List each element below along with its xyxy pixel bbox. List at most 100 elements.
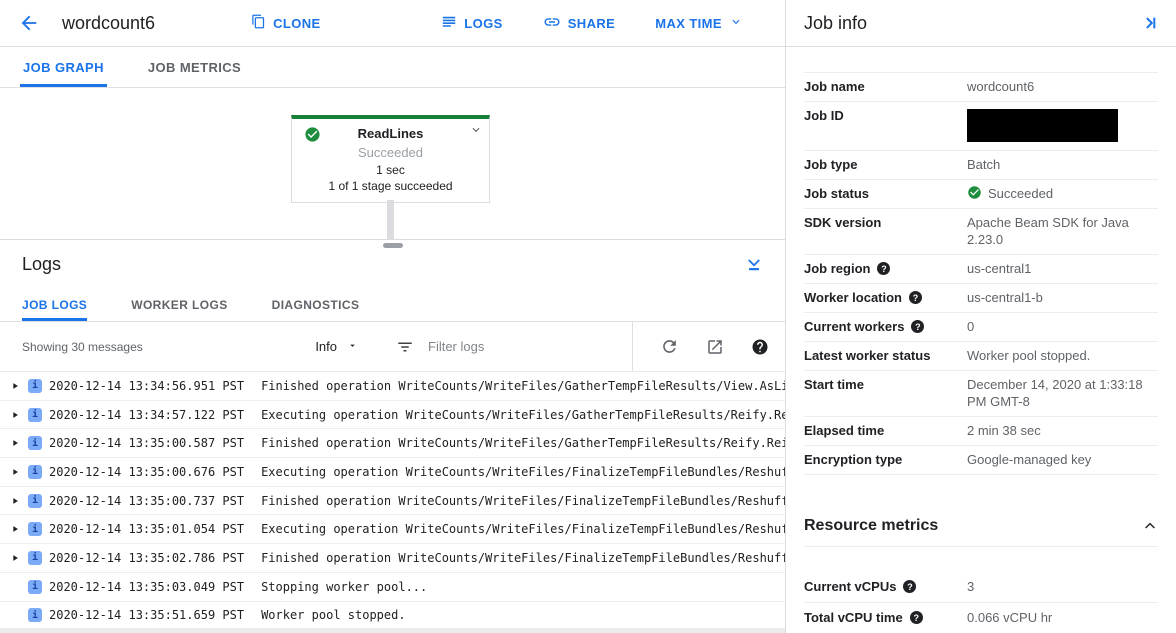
expand-arrow-icon[interactable] [7, 438, 23, 448]
info-value-text: us-central1 [967, 260, 1031, 277]
expand-arrow-icon[interactable] [7, 496, 23, 506]
info-label: SDK version [804, 215, 881, 230]
log-message: Stopping worker pool... [261, 580, 427, 594]
question-help-icon[interactable]: ? [903, 580, 916, 593]
redacted-job-id [967, 109, 1118, 142]
info-label: Start time [804, 377, 864, 392]
expand-arrow-icon[interactable] [7, 553, 23, 563]
node-duration: 1 sec [300, 163, 481, 177]
logs-button[interactable]: LOGS [441, 14, 502, 33]
info-label: Latest worker status [804, 348, 930, 363]
log-row[interactable]: i 2020-12-14 13:35:51.659 PST Worker poo… [0, 602, 785, 629]
info-value: Succeeded [967, 185, 1158, 202]
tab-job-logs[interactable]: JOB LOGS [22, 288, 87, 321]
info-row: Job name wordcount6 [804, 72, 1158, 101]
log-row[interactable]: i 2020-12-14 13:34:56.951 PST Finished o… [0, 372, 785, 401]
logs-label: LOGS [464, 16, 502, 31]
severity-dropdown[interactable]: Info [315, 339, 358, 354]
info-log-icon: i [28, 379, 42, 393]
clone-icon [251, 14, 266, 32]
log-row[interactable]: i 2020-12-14 13:35:00.587 PST Finished o… [0, 429, 785, 458]
question-help-icon[interactable]: ? [910, 611, 923, 624]
info-value-text: December 14, 2020 at 1:33:18 PM GMT-8 [967, 376, 1158, 410]
info-value-text: 3 [967, 578, 974, 595]
logs-toolbar: Showing 30 messages Info [0, 322, 785, 372]
max-time-label: MAX TIME [655, 16, 722, 31]
info-value: wordcount6 [967, 78, 1158, 95]
node-expand-chevron-icon[interactable] [469, 123, 483, 142]
info-value-text: 2 min 38 sec [967, 422, 1041, 439]
resource-metrics-title: Resource metrics [804, 517, 938, 535]
log-message: Finished operation WriteCounts/WriteFile… [261, 379, 785, 393]
info-log-icon: i [28, 465, 42, 479]
log-row[interactable]: i 2020-12-14 13:35:02.786 PST Finished o… [0, 544, 785, 573]
log-message: Finished operation WriteCounts/WriteFile… [261, 551, 785, 565]
log-row[interactable]: i 2020-12-14 13:34:57.122 PST Executing … [0, 401, 785, 430]
info-value: Batch [967, 156, 1158, 173]
severity-value: Info [315, 339, 337, 354]
job-detail-panel: wordcount6 CLONE LOGS SHARE MAX TIME [0, 0, 786, 633]
graph-node-readlines[interactable]: ReadLines Succeeded 1 sec 1 of 1 stage s… [291, 115, 490, 203]
clone-button[interactable]: CLONE [251, 14, 321, 32]
info-value: us-central1-b [967, 289, 1158, 306]
info-row: Start time December 14, 2020 at 1:33:18 … [804, 370, 1158, 416]
filter-logs-input[interactable] [428, 339, 608, 354]
max-time-dropdown[interactable]: MAX TIME [655, 15, 743, 32]
info-label: Job ID [804, 108, 844, 123]
share-button[interactable]: SHARE [543, 13, 616, 34]
expand-arrow-icon[interactable] [7, 467, 23, 477]
info-value-text: 0 [967, 318, 974, 335]
info-value: 0 [967, 318, 1158, 335]
open-in-new-icon[interactable] [706, 338, 724, 356]
info-log-icon: i [28, 408, 42, 422]
job-graph-canvas[interactable]: ReadLines Succeeded 1 sec 1 of 1 stage s… [0, 88, 785, 239]
panel-resize-handle[interactable] [383, 243, 403, 248]
info-label: Total vCPU time [804, 610, 903, 625]
question-help-icon[interactable]: ? [877, 262, 890, 275]
log-row[interactable]: i 2020-12-14 13:35:01.054 PST Executing … [0, 515, 785, 544]
log-timestamp: 2020-12-14 13:34:57.122 PST [49, 408, 244, 422]
logs-icon [441, 14, 457, 33]
chevron-up-icon[interactable] [1142, 518, 1158, 534]
info-label: Elapsed time [804, 423, 884, 438]
info-value: Google-managed key [967, 451, 1158, 468]
expand-arrow-icon[interactable] [7, 381, 23, 391]
log-row[interactable]: i 2020-12-14 13:35:03.049 PST Stopping w… [0, 573, 785, 602]
tab-job-metrics[interactable]: JOB METRICS [145, 47, 244, 87]
tab-diagnostics[interactable]: DIAGNOSTICS [272, 288, 360, 321]
log-timestamp: 2020-12-14 13:35:00.676 PST [49, 465, 244, 479]
collapse-panel-icon[interactable] [1141, 14, 1159, 32]
info-log-icon: i [28, 436, 42, 450]
info-label: Job region [804, 261, 870, 276]
help-icon[interactable] [751, 338, 769, 356]
info-value: Apache Beam SDK for Java 2.23.0 [967, 214, 1158, 248]
horizontal-scrollbar[interactable] [0, 628, 785, 633]
job-info-title: Job info [804, 13, 867, 34]
log-timestamp: 2020-12-14 13:35:00.587 PST [49, 436, 244, 450]
log-timestamp: 2020-12-14 13:35:03.049 PST [49, 580, 244, 594]
tab-worker-logs[interactable]: WORKER LOGS [131, 288, 227, 321]
expand-arrow-icon[interactable] [7, 410, 23, 420]
log-row[interactable]: i 2020-12-14 13:35:00.737 PST Finished o… [0, 487, 785, 516]
question-help-icon[interactable]: ? [909, 291, 922, 304]
graph-edge-connector [387, 200, 394, 239]
status-check-icon [967, 185, 982, 200]
log-message: Finished operation WriteCounts/WriteFile… [261, 436, 785, 450]
tab-job-graph[interactable]: JOB GRAPH [20, 47, 107, 87]
log-row[interactable]: i 2020-12-14 13:35:00.676 PST Executing … [0, 458, 785, 487]
refresh-icon[interactable] [660, 337, 679, 356]
log-message: Finished operation WriteCounts/WriteFile… [261, 494, 785, 508]
logs-tabs: JOB LOGS WORKER LOGS DIAGNOSTICS [0, 288, 785, 322]
info-row: SDK version Apache Beam SDK for Java 2.2… [804, 208, 1158, 254]
question-help-icon[interactable]: ? [911, 320, 924, 333]
info-value: 3 [967, 578, 1158, 595]
expand-arrow-icon[interactable] [7, 524, 23, 534]
node-status: Succeeded [300, 145, 481, 160]
info-value: us-central1 [967, 260, 1158, 277]
collapse-logs-icon[interactable] [745, 255, 763, 273]
info-value: 2 min 38 sec [967, 422, 1158, 439]
back-arrow-icon[interactable] [18, 12, 40, 34]
message-count-text: Showing 30 messages [22, 340, 143, 354]
resource-metrics-header: Resource metrics [804, 505, 1158, 547]
filter-icon[interactable] [396, 338, 414, 356]
